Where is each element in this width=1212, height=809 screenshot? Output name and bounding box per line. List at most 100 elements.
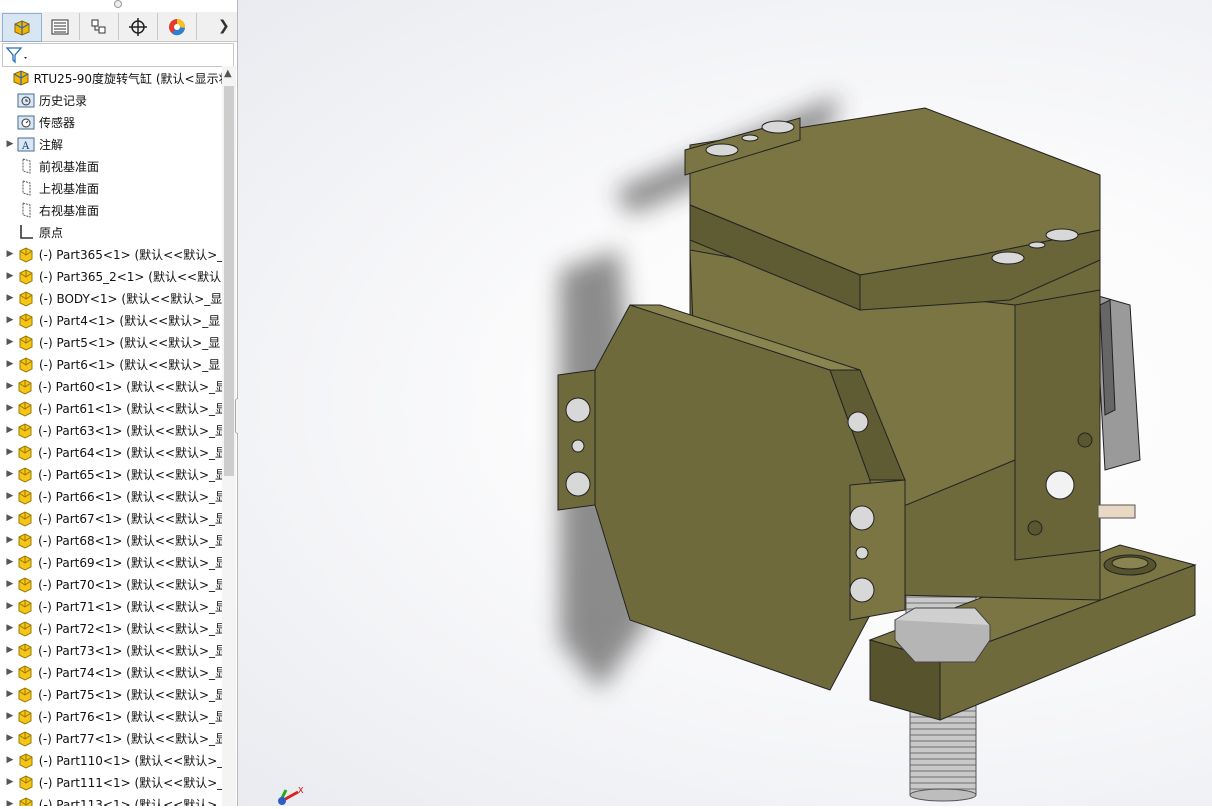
tree-item[interactable]: ▶ (-) Part5<1> (默认<<默认>_显 <box>4 331 222 353</box>
model-view[interactable] <box>238 0 1212 806</box>
part-icon <box>16 443 35 461</box>
tree-item-label: (-) Part76<1> (默认<<默认>_显 <box>38 709 222 724</box>
dimxpert-manager-tab[interactable] <box>119 13 158 40</box>
part-icon <box>16 729 35 747</box>
expand-arrow-icon[interactable]: ▶ <box>4 139 16 149</box>
manager-tabs: ❯ <box>0 12 237 42</box>
tree-item[interactable]: ▶ (-) Part70<1> (默认<<默认>_显 <box>4 573 222 595</box>
expand-arrow-icon[interactable]: ▶ <box>4 491 16 501</box>
chevron-right-icon[interactable]: ❯ <box>218 18 230 34</box>
tree-item-label: 前视基准面 <box>39 159 100 174</box>
tree-item[interactable]: ▶ (-) Part110<1> (默认<<默认>_ <box>4 749 222 771</box>
tree-item-label: (-) Part63<1> (默认<<默认>_显 <box>38 423 222 438</box>
expand-arrow-icon[interactable]: ▶ <box>4 733 16 743</box>
expand-arrow-icon[interactable]: ▶ <box>4 513 16 523</box>
tree-item[interactable]: ▶ (-) Part66<1> (默认<<默认>_显 <box>4 485 222 507</box>
filter-field[interactable] <box>2 43 234 67</box>
tree-item[interactable]: ▶ (-) Part74<1> (默认<<默认>_显 <box>4 661 222 683</box>
expand-arrow-icon[interactable]: ▶ <box>4 315 16 325</box>
part-icon <box>16 773 36 791</box>
part-icon <box>16 597 35 615</box>
expand-arrow-icon[interactable]: ▶ <box>4 337 16 347</box>
tree-item[interactable]: ▶ (-) Part365<1> (默认<<默认>_ <box>4 243 222 265</box>
expand-arrow-icon[interactable]: ▶ <box>4 645 16 655</box>
part-icon <box>16 575 35 593</box>
panel-grip[interactable] <box>114 0 122 8</box>
expand-arrow-icon[interactable]: ▶ <box>4 557 16 567</box>
tree-item-label: 上视基准面 <box>39 181 100 196</box>
tree-item[interactable]: ▶ (-) Part63<1> (默认<<默认>_显 <box>4 419 222 441</box>
display-manager-tab[interactable] <box>158 13 197 40</box>
tree-item[interactable]: ▶ (-) Part113<1> (默认<<默认>_ <box>4 793 222 806</box>
tree-item[interactable]: ▶ (-) Part111<1> (默认<<默认>_ <box>4 771 222 793</box>
tree-item-label: 历史记录 <box>39 93 88 108</box>
tree-item[interactable]: ▶ A 注解 <box>4 133 222 155</box>
tree-item[interactable]: ▶ (-) Part75<1> (默认<<默认>_显 <box>4 683 222 705</box>
tree-item[interactable]: 前视基准面 <box>4 155 222 177</box>
feature-manager-tab[interactable] <box>2 13 42 42</box>
tree-item[interactable]: ▶ (-) Part72<1> (默认<<默认>_显 <box>4 617 222 639</box>
expand-arrow-icon[interactable]: ▶ <box>4 425 16 435</box>
tree-root-assembly[interactable]: RTU25-90度旋转气缸 (默认<显示状 <box>0 67 222 89</box>
chevron-up-icon[interactable]: ▲ <box>224 68 232 79</box>
expand-arrow-icon[interactable]: ▶ <box>4 667 16 677</box>
expand-arrow-icon[interactable]: ▶ <box>4 799 16 806</box>
tree-item[interactable]: ▶ (-) Part67<1> (默认<<默认>_显 <box>4 507 222 529</box>
tree-item[interactable]: ▶ (-) Part77<1> (默认<<默认>_显 <box>4 727 222 749</box>
tree-item-label: (-) Part73<1> (默认<<默认>_显 <box>38 643 222 658</box>
tree-item[interactable]: 右视基准面 <box>4 199 222 221</box>
tree-item-label: (-) Part365_2<1> (默认<<默认 <box>39 269 222 284</box>
expand-arrow-icon[interactable]: ▶ <box>4 469 16 479</box>
tree-item[interactable]: ▶ (-) Part60<1> (默认<<默认>_显 <box>4 375 222 397</box>
filter-icon[interactable] <box>5 45 31 65</box>
expand-arrow-icon[interactable]: ▶ <box>4 689 16 699</box>
expand-arrow-icon[interactable]: ▶ <box>4 293 16 303</box>
part-icon <box>16 421 35 439</box>
expand-arrow-icon[interactable]: ▶ <box>4 601 16 611</box>
tree-item[interactable]: ▶ (-) Part61<1> (默认<<默认>_显 <box>4 397 222 419</box>
tree-item[interactable]: ▶ (-) Part6<1> (默认<<默认>_显 <box>4 353 222 375</box>
tree-item[interactable]: ▶ (-) Part76<1> (默认<<默认>_显 <box>4 705 222 727</box>
annotation-folder-icon: A <box>16 135 36 153</box>
expand-arrow-icon[interactable]: ▶ <box>4 777 16 787</box>
expand-arrow-icon[interactable]: ▶ <box>4 403 16 413</box>
expand-arrow-icon[interactable]: ▶ <box>4 755 16 765</box>
tree-item[interactable]: ▶ (-) BODY<1> (默认<<默认>_显 <box>4 287 222 309</box>
tree-item[interactable]: ▶ (-) Part365_2<1> (默认<<默认 <box>4 265 222 287</box>
expand-arrow-icon[interactable]: ▶ <box>4 249 16 259</box>
configuration-manager-icon <box>91 19 106 33</box>
feature-manager-icon <box>14 19 30 36</box>
tree-item[interactable]: 历史记录 <box>4 89 222 111</box>
tree-item-label: (-) Part4<1> (默认<<默认>_显 <box>39 313 221 328</box>
tree-item[interactable]: 原点 <box>4 221 222 243</box>
tree-item[interactable]: ▶ (-) Part64<1> (默认<<默认>_显 <box>4 441 222 463</box>
tree-item[interactable]: ▶ (-) Part65<1> (默认<<默认>_显 <box>4 463 222 485</box>
tree-item-label: (-) Part61<1> (默认<<默认>_显 <box>38 401 222 416</box>
tree-item-label: (-) Part60<1> (默认<<默认>_显 <box>38 379 222 394</box>
expand-arrow-icon[interactable]: ▶ <box>4 535 16 545</box>
expand-arrow-icon[interactable]: ▶ <box>4 381 16 391</box>
tree-item-label: (-) Part71<1> (默认<<默认>_显 <box>38 599 222 614</box>
tree-item-label: (-) Part111<1> (默认<<默认>_ <box>38 775 222 790</box>
origin-icon <box>16 223 36 241</box>
tree-item[interactable]: ▶ (-) Part73<1> (默认<<默认>_显 <box>4 639 222 661</box>
expand-arrow-icon[interactable]: ▶ <box>4 447 16 457</box>
expand-arrow-icon[interactable]: ▶ <box>4 623 16 633</box>
tree-item[interactable]: ▶ (-) Part71<1> (默认<<默认>_显 <box>4 595 222 617</box>
expand-arrow-icon[interactable]: ▶ <box>4 579 16 589</box>
tree-item[interactable]: ▶ (-) Part4<1> (默认<<默认>_显 <box>4 309 222 331</box>
tree-item[interactable]: 上视基准面 <box>4 177 222 199</box>
tree-item[interactable]: ▶ (-) Part69<1> (默认<<默认>_显 <box>4 551 222 573</box>
expand-arrow-icon[interactable]: ▶ <box>4 711 16 721</box>
scrollbar-thumb[interactable] <box>224 86 234 476</box>
hex-nut <box>894 607 991 663</box>
graphics-area[interactable]: X <box>238 0 1212 806</box>
configuration-manager-tab[interactable] <box>80 13 119 40</box>
property-manager-tab[interactable] <box>41 13 80 40</box>
tree-item[interactable]: ▶ (-) Part68<1> (默认<<默认>_显 <box>4 529 222 551</box>
tree-item-label: (-) Part72<1> (默认<<默认>_显 <box>38 621 222 636</box>
expand-arrow-icon[interactable]: ▶ <box>4 271 16 281</box>
tree-item-label: (-) Part74<1> (默认<<默认>_显 <box>38 665 222 680</box>
tree-item[interactable]: 传感器 <box>4 111 222 133</box>
expand-arrow-icon[interactable]: ▶ <box>4 359 16 369</box>
